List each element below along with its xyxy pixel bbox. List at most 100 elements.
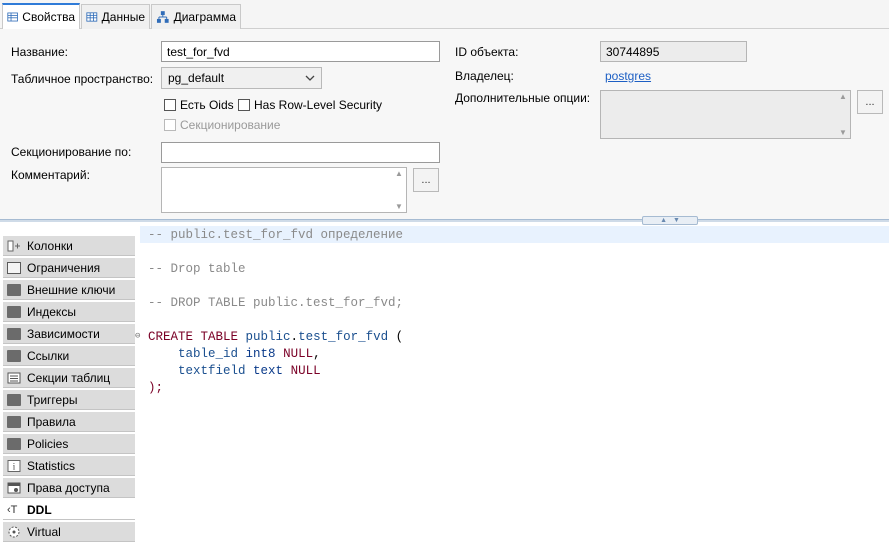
code-paren: ( (395, 330, 404, 344)
nav-item-references[interactable]: Ссылки (3, 346, 135, 366)
folder-icon (7, 305, 21, 318)
editor-tab-bar: Свойства Данные Диаграмма (0, 0, 889, 29)
nav-item-partitions[interactable]: Секции таблиц (3, 368, 135, 388)
code-null-keyword: NULL (290, 364, 321, 378)
panel-splitter[interactable] (0, 219, 889, 222)
folder-icon (7, 283, 21, 296)
ddl-editor[interactable]: -- public.test_for_fvd определение -- Dr… (135, 224, 889, 546)
rls-checkbox-box[interactable] (238, 99, 250, 111)
virtual-icon (8, 526, 20, 537)
scroll-up-icon[interactable]: ▲ (393, 169, 405, 178)
extra-options-more-button[interactable]: ... (857, 90, 883, 114)
comment-scrollbar[interactable]: ▲ ▼ (393, 169, 405, 211)
ddl-icon: ‹T (7, 503, 18, 516)
nav-item-foreign-keys[interactable]: Внешние ключи (3, 280, 135, 300)
code-comment-line: -- public.test_for_fvd определение (148, 228, 404, 242)
nav-item-label: Триггеры (27, 392, 78, 407)
folder-icon (7, 437, 21, 450)
nav-item-policies[interactable]: Policies (3, 434, 135, 454)
code-column-type: text (253, 364, 284, 378)
nav-item-virtual[interactable]: Virtual (3, 522, 135, 542)
nav-item-label: Секции таблиц (27, 370, 111, 385)
nav-item-columns[interactable]: Колонки (3, 236, 135, 256)
folder-icon (7, 415, 21, 428)
extra-options-scrollbar[interactable]: ▲ ▼ (837, 92, 849, 137)
nav-item-statistics[interactable]: i Statistics (3, 456, 135, 476)
nav-item-constraints[interactable]: Ограничения (3, 258, 135, 278)
folder-icon (7, 327, 21, 340)
tab-data[interactable]: Данные (81, 4, 150, 29)
code-table-name: test_for_fvd (298, 330, 389, 344)
partitioning-checkbox: Секционирование (164, 118, 280, 132)
tab-diagram-label: Диаграмма (173, 10, 236, 24)
code-column-line: table_id int8 NULL, (178, 347, 321, 361)
code-close-line: ); (148, 381, 164, 395)
scroll-up-icon[interactable]: ▲ (837, 92, 849, 101)
has-oids-label: Есть Oids (180, 98, 234, 112)
nav-item-permissions[interactable]: Права доступа (3, 478, 135, 498)
has-oids-checkbox[interactable]: Есть Oids (164, 98, 234, 112)
code-column-name: textfield (178, 364, 246, 378)
owner-link[interactable]: postgres (605, 69, 651, 83)
permissions-icon (7, 482, 21, 493)
tablespace-select-value: pg_default (168, 71, 225, 85)
nav-item-dependencies[interactable]: Зависимости (3, 324, 135, 344)
code-column-line: textfield text NULL (148, 364, 321, 381)
object-id-field: 30744895 (600, 41, 747, 62)
comment-more-button[interactable]: ... (413, 168, 439, 192)
expand-down-icon[interactable]: ▼ (673, 217, 680, 224)
constraints-icon (7, 261, 21, 274)
partition-by-label: Секционирование по: (11, 145, 132, 159)
extra-options-textarea[interactable]: ▲ ▼ (600, 90, 851, 139)
code-create-line: CREATE TABLE public.test_for_fvd ( (148, 330, 404, 344)
nav-item-ddl[interactable]: ‹T DDL (3, 500, 135, 520)
chevron-down-icon (305, 75, 315, 81)
comment-more-button-label: ... (421, 174, 431, 186)
code-null-keyword: NULL (283, 347, 314, 361)
collapse-up-icon[interactable]: ▲ (660, 217, 667, 224)
nav-item-label: Колонки (27, 238, 73, 253)
tablespace-label: Табличное пространство: (11, 72, 154, 86)
name-input[interactable]: test_for_fvd (161, 41, 440, 62)
partitioning-checkbox-box (164, 119, 176, 131)
nav-item-label: Зависимости (27, 326, 100, 341)
extra-options-label: Дополнительные опции: (455, 91, 591, 105)
rls-checkbox[interactable]: Has Row-Level Security (238, 98, 382, 112)
extra-options-more-button-label: ... (865, 96, 875, 108)
tablespace-select[interactable]: pg_default (161, 67, 322, 89)
nav-item-label: Ссылки (27, 348, 70, 363)
nav-item-rules[interactable]: Правила (3, 412, 135, 432)
nav-item-label: Права доступа (27, 480, 110, 495)
code-column-name: table_id (178, 347, 239, 361)
partitioning-label: Секционирование (180, 118, 281, 132)
object-sections-nav: Колонки Ограничения Внешние ключи Индекс… (0, 236, 136, 546)
tab-diagram[interactable]: Диаграмма (151, 4, 241, 29)
nav-item-label: DDL (27, 502, 52, 517)
rls-label: Has Row-Level Security (254, 98, 383, 112)
nav-item-label: Virtual (27, 524, 61, 539)
has-oids-checkbox-box[interactable] (164, 99, 176, 111)
nav-item-indexes[interactable]: Индексы (3, 302, 135, 322)
nav-item-triggers[interactable]: Триггеры (3, 390, 135, 410)
fold-toggle-icon[interactable]: ⊖ (135, 331, 140, 341)
nav-item-label: Statistics (27, 458, 76, 473)
object-id-label: ID объекта: (455, 45, 519, 59)
diagram-icon (156, 11, 169, 23)
code-comment-line: -- DROP TABLE public.test_for_fvd; (148, 296, 404, 310)
folder-icon (7, 393, 21, 406)
tab-properties[interactable]: Свойства (2, 3, 80, 29)
columns-icon (7, 240, 20, 251)
properties-icon (7, 12, 18, 22)
nav-item-label: Внешние ключи (27, 282, 116, 297)
tab-data-label: Данные (101, 10, 145, 24)
folder-icon (7, 349, 21, 362)
scroll-down-icon[interactable]: ▼ (393, 202, 405, 211)
code-keyword: CREATE TABLE (148, 330, 239, 344)
comment-label: Комментарий: (11, 168, 90, 182)
name-label: Название: (11, 45, 68, 59)
partition-by-input[interactable] (161, 142, 440, 163)
scroll-down-icon[interactable]: ▼ (837, 128, 849, 137)
comment-textarea[interactable]: ▲ ▼ (161, 167, 407, 213)
object-id-value: 30744895 (606, 44, 660, 59)
partitions-icon (7, 372, 21, 383)
